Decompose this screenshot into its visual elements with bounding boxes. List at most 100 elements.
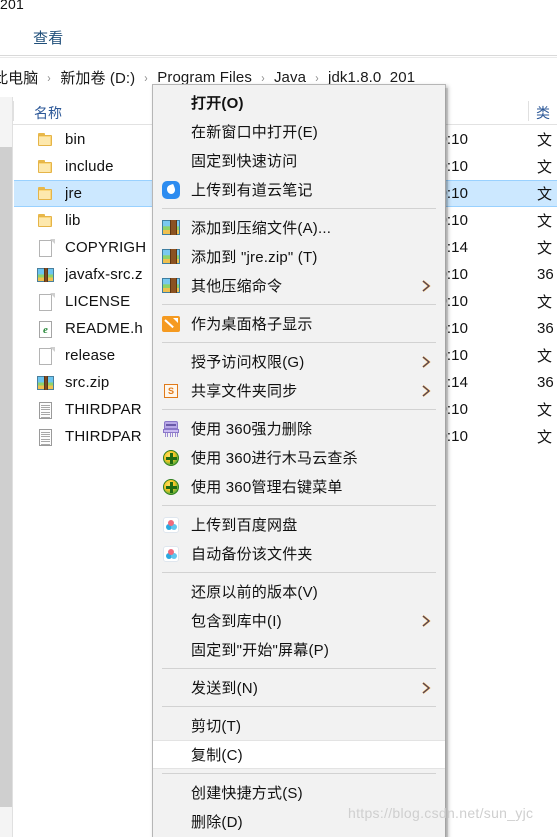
context-menu-item-label: 共享文件夹同步: [191, 383, 298, 400]
winrar-archive-icon: [161, 247, 183, 267]
file-type: 36: [537, 320, 554, 337]
context-menu-item[interactable]: 复制(C): [153, 740, 445, 769]
title-bar: _201: [0, 0, 557, 18]
breadcrumb-chevron-icon: ›: [315, 70, 319, 85]
column-divider: [13, 101, 14, 121]
context-menu-item-label: 使用 360进行木马云查杀: [191, 450, 358, 467]
context-menu-item-label: 固定到"开始"屏幕(P): [191, 642, 330, 659]
context-menu-item-label: 还原以前的版本(V): [191, 584, 318, 601]
file-name: COPYRIGH: [65, 239, 147, 256]
context-menu-item[interactable]: 上传到百度网盘: [153, 510, 445, 539]
nav-pane-scrollbar[interactable]: [0, 97, 13, 837]
menu-separator: [162, 304, 436, 305]
context-menu-item[interactable]: 创建快捷方式(S): [153, 778, 445, 807]
document-icon: [36, 292, 56, 312]
context-menu-item[interactable]: 添加到压缩文件(A)...: [153, 213, 445, 242]
360-shield-icon: [161, 477, 183, 497]
youdao-cloud-note-icon: [161, 180, 183, 200]
winrar-archive-icon: [161, 218, 183, 238]
file-name: javafx-src.z: [65, 266, 143, 283]
scrollbar-thumb[interactable]: [0, 147, 12, 807]
context-menu-item[interactable]: 上传到有道云笔记: [153, 175, 445, 204]
archive-icon: [36, 265, 56, 285]
column-divider: [528, 101, 529, 121]
file-type: 文: [537, 348, 553, 365]
context-menu-item-label: 固定到快速访问: [191, 153, 298, 170]
winrar-archive-icon: [161, 276, 183, 296]
column-header-name[interactable]: 名称: [34, 103, 62, 123]
html-document-icon: e: [36, 319, 56, 339]
context-menu-item[interactable]: 授予访问权限(G): [153, 347, 445, 376]
context-menu-item[interactable]: 其他压缩命令: [153, 271, 445, 300]
breadcrumb-item[interactable]: 此电脑: [0, 66, 41, 89]
file-name: jre: [65, 185, 83, 202]
context-menu-item[interactable]: 固定到快速访问: [153, 146, 445, 175]
menu-icon-placeholder: [161, 582, 183, 602]
context-menu-item-label: 自动备份该文件夹: [191, 546, 313, 563]
folder-icon: [36, 211, 56, 231]
submenu-chevron-right-icon: [421, 384, 431, 398]
360-shield-icon: [161, 448, 183, 468]
menu-icon-placeholder: [161, 93, 183, 113]
context-menu-item-label: 发送到(N): [191, 680, 259, 697]
baidu-netdisk-icon: [161, 544, 183, 564]
context-menu-item[interactable]: 发送到(N): [153, 673, 445, 702]
menu-separator: [162, 773, 436, 774]
menu-separator: [162, 342, 436, 343]
menu-separator: [162, 409, 436, 410]
file-name: lib: [65, 212, 81, 229]
context-menu-item[interactable]: 还原以前的版本(V): [153, 577, 445, 606]
column-header-type[interactable]: 类: [536, 103, 550, 123]
tab-view[interactable]: 查看: [31, 27, 66, 48]
file-name: include: [65, 158, 114, 175]
file-name: LICENSE: [65, 293, 131, 310]
submenu-chevron-right-icon: [421, 279, 431, 293]
folder-icon: [36, 130, 56, 150]
context-menu-item-label: 上传到百度网盘: [191, 517, 298, 534]
context-menu-item[interactable]: S 共享文件夹同步: [153, 376, 445, 405]
menu-icon-placeholder: [161, 716, 183, 736]
context-menu-item-label: 使用 360强力删除: [191, 421, 313, 438]
menu-separator: [162, 668, 436, 669]
file-type: 文: [537, 132, 553, 149]
menu-icon-placeholder: [161, 678, 183, 698]
submenu-chevron-right-icon: [421, 681, 431, 695]
file-name: README.h: [65, 320, 143, 337]
document-icon: [36, 346, 56, 366]
context-menu-item[interactable]: 使用 360进行木马云查杀: [153, 443, 445, 472]
context-menu-item[interactable]: 使用 360强力删除: [153, 414, 445, 443]
context-menu-item[interactable]: 作为桌面格子显示: [153, 309, 445, 338]
window-title: _201: [0, 0, 24, 12]
context-menu-item-label: 其他压缩命令: [191, 278, 283, 295]
context-menu-item[interactable]: 使用 360管理右键菜单: [153, 472, 445, 501]
ribbon-tab-strip: 查看: [0, 18, 557, 56]
context-menu-item[interactable]: 固定到"开始"屏幕(P): [153, 635, 445, 664]
file-type: 文: [537, 402, 553, 419]
context-menu-item[interactable]: 剪切(T): [153, 711, 445, 740]
ribbon-divider: [0, 55, 557, 56]
file-name: bin: [65, 131, 86, 148]
file-type: 文: [537, 429, 553, 446]
breadcrumb-chevron-icon: ›: [47, 70, 52, 85]
text-document-icon: [36, 400, 56, 420]
menu-separator: [162, 208, 436, 209]
file-type: 36: [537, 374, 554, 391]
file-type: 36: [537, 266, 554, 283]
menu-separator: [162, 505, 436, 506]
context-menu-item[interactable]: 打开(O): [153, 88, 445, 117]
context-menu-item-label: 删除(D): [191, 814, 243, 831]
context-menu-item-label: 授予访问权限(G): [191, 354, 305, 371]
context-menu[interactable]: 打开(O) 在新窗口中打开(E) 固定到快速访问上传到有道云笔记 添加到压缩文件(A)…: [152, 84, 448, 837]
context-menu-item[interactable]: 在新窗口中打开(E): [153, 117, 445, 146]
file-type: 文: [537, 240, 553, 257]
file-name: src.zip: [65, 374, 110, 391]
context-menu-item[interactable]: 包含到库中(I): [153, 606, 445, 635]
menu-icon-placeholder: [161, 745, 183, 765]
menu-icon-placeholder: [161, 122, 183, 142]
context-menu-item-label: 打开(O): [191, 95, 244, 112]
breadcrumb-chevron-icon: ›: [261, 70, 265, 85]
baidu-netdisk-icon: [161, 515, 183, 535]
context-menu-item[interactable]: 添加到 "jre.zip" (T): [153, 242, 445, 271]
breadcrumb-item[interactable]: 新加卷 (D:): [57, 66, 138, 89]
context-menu-item[interactable]: 自动备份该文件夹: [153, 539, 445, 568]
